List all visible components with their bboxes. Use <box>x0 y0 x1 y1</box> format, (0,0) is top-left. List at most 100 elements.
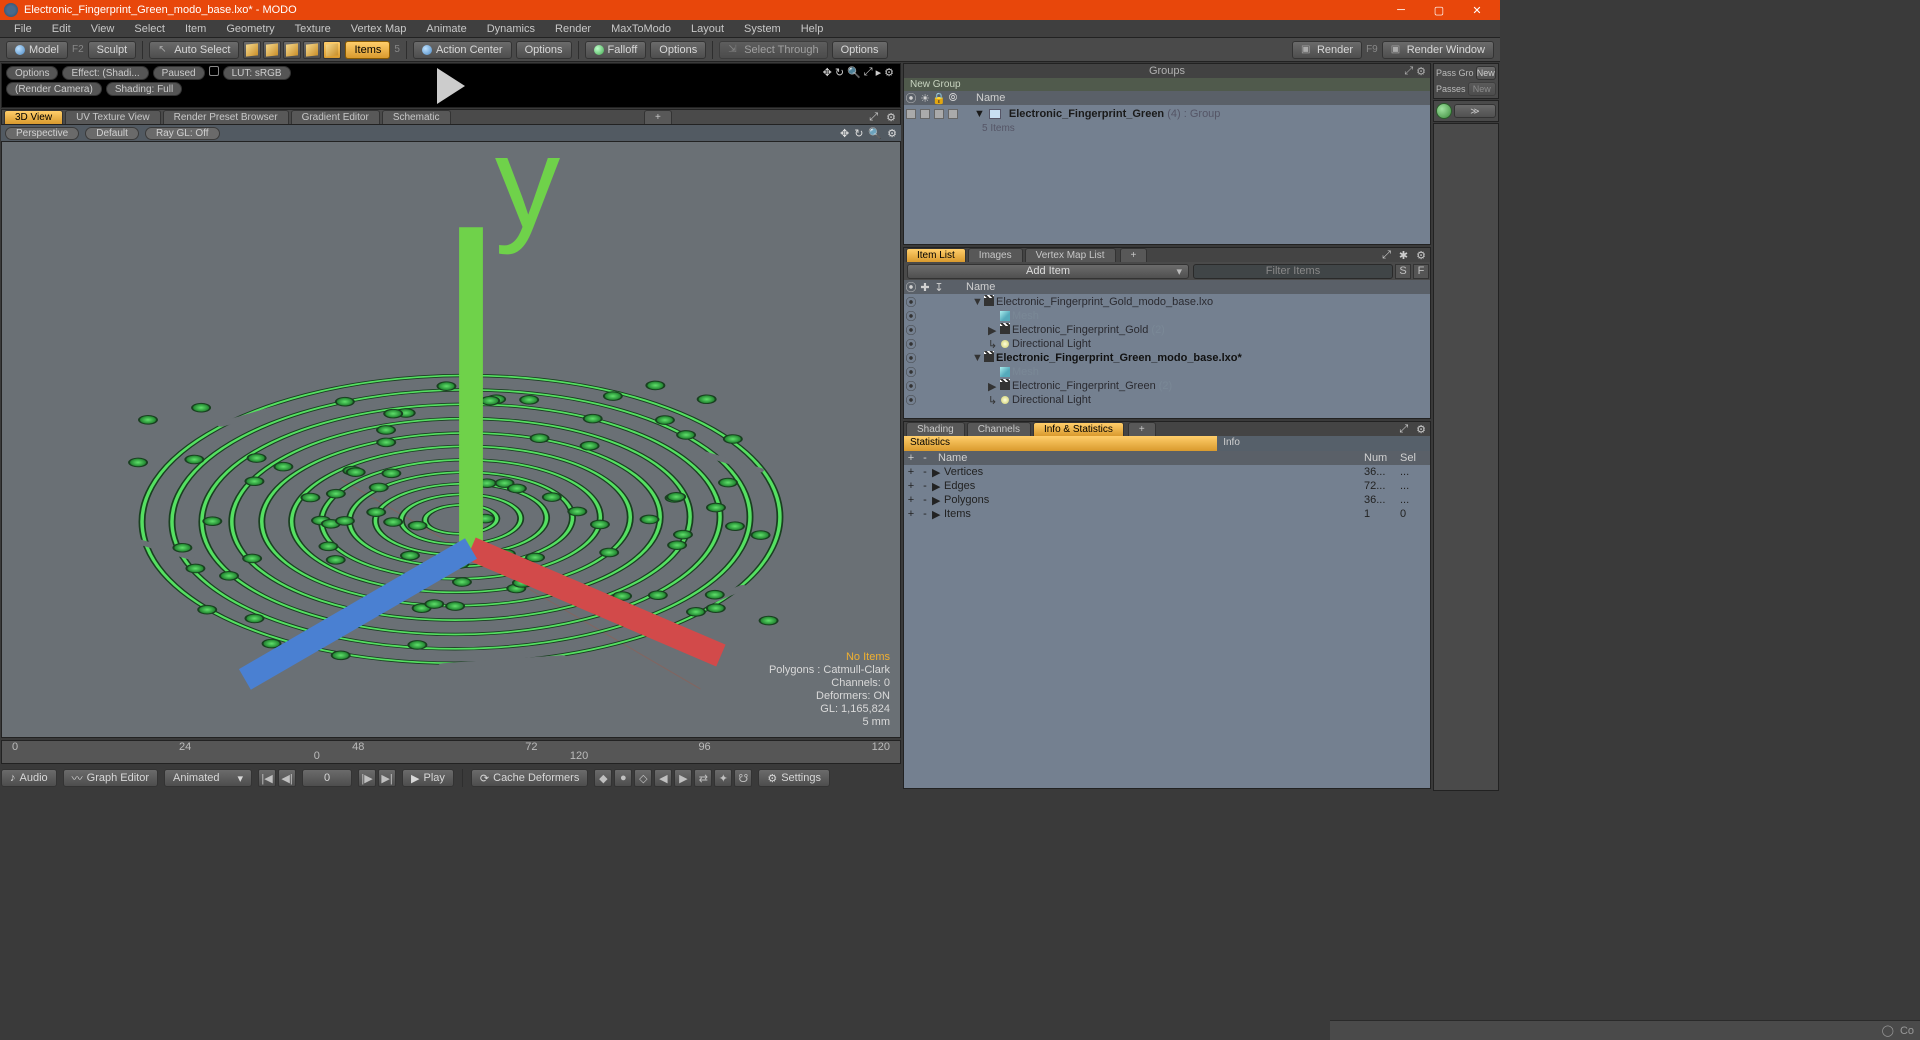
step-fwd-icon[interactable]: |▶ <box>358 769 376 787</box>
menu-system[interactable]: System <box>734 23 791 35</box>
panel-expand-icon[interactable]: ⤢ <box>1395 423 1412 436</box>
vp-rotate-icon[interactable]: ↻ <box>854 127 863 140</box>
gear-icon[interactable]: ⚙ <box>1416 65 1426 78</box>
falloff-options[interactable]: Options <box>650 41 706 59</box>
select-through-options[interactable]: Options <box>832 41 888 59</box>
menu-vertex-map[interactable]: Vertex Map <box>341 23 417 35</box>
polygons-icon[interactable] <box>286 43 298 56</box>
preview-pause[interactable]: Paused <box>153 66 205 80</box>
menu-animate[interactable]: Animate <box>416 23 476 35</box>
close-button[interactable]: ✕ <box>1458 0 1496 20</box>
add-item-dropdown[interactable]: Add Item <box>907 264 1189 279</box>
render-window-button[interactable]: ▣Render Window <box>1382 41 1494 59</box>
expand-icon[interactable]: ⤢ <box>1404 65 1413 78</box>
falloff-button[interactable]: Falloff <box>585 41 647 59</box>
statistics-tab[interactable]: Statistics <box>904 436 1217 451</box>
f-toggle[interactable]: F <box>1413 264 1429 279</box>
menu-texture[interactable]: Texture <box>285 23 341 35</box>
frame-field[interactable]: 0 <box>302 769 352 787</box>
view-raygl[interactable]: Ray GL: Off <box>145 127 220 140</box>
panel-expand-icon[interactable]: ⤢ <box>865 111 882 124</box>
action-center-options[interactable]: Options <box>516 41 572 59</box>
item-row[interactable]: ⦿Mesh <box>904 365 1430 379</box>
expand-icon[interactable]: ⤢ <box>864 66 873 79</box>
chevron-icon[interactable]: ▸ <box>876 66 882 79</box>
tab-images[interactable]: Images <box>968 248 1023 262</box>
zoom-icon[interactable]: 🔍 <box>847 66 861 79</box>
stat-row-edges[interactable]: +-▶Edges72...... <box>904 479 1430 493</box>
new-group-button[interactable]: New Group <box>904 78 1430 91</box>
item-row[interactable]: ⦿↳Directional Light <box>904 337 1430 351</box>
component-mode-icons[interactable] <box>243 41 341 59</box>
tab-info-statistics[interactable]: Info & Statistics <box>1033 422 1124 436</box>
man-icon[interactable]: ☋ <box>734 769 752 787</box>
action-center-button[interactable]: Action Center <box>413 41 512 59</box>
menu-help[interactable]: Help <box>791 23 834 35</box>
graph-editor-button[interactable]: 〰Graph Editor <box>63 769 158 787</box>
settings-button[interactable]: ⚙Settings <box>758 769 830 787</box>
preview-effect[interactable]: Effect: (Shadi... <box>62 66 148 80</box>
tab-add[interactable]: + <box>1128 422 1156 436</box>
item-row[interactable]: ⦿▶Electronic_Fingerprint_Gold (2) <box>904 323 1430 337</box>
render-button[interactable]: ▣Render <box>1292 41 1362 59</box>
key-icon[interactable]: ◆ <box>594 769 612 787</box>
new-passgroup-button[interactable]: New <box>1476 66 1496 80</box>
menu-dynamics[interactable]: Dynamics <box>477 23 545 35</box>
tab-schematic[interactable]: Schematic <box>382 110 451 124</box>
preview-shading[interactable]: Shading: Full <box>106 82 182 96</box>
tab-item-list[interactable]: Item List <box>906 248 966 262</box>
vertices-icon[interactable] <box>246 43 258 56</box>
menu-file[interactable]: File <box>4 23 42 35</box>
s-toggle[interactable]: S <box>1395 264 1411 279</box>
vp-gear-icon[interactable]: ⚙ <box>887 127 897 140</box>
link-icon[interactable]: ⇄ <box>694 769 712 787</box>
go-start-icon[interactable]: |◀ <box>258 769 276 787</box>
tab-render-preset-browser[interactable]: Render Preset Browser <box>163 110 289 124</box>
group-row[interactable]: ▼ Electronic_Fingerprint_Green (4) : Gro… <box>906 107 1428 121</box>
lock-icon[interactable] <box>209 66 219 76</box>
panel-expand-icon[interactable]: ⤢ <box>1378 249 1395 262</box>
menu-render[interactable]: Render <box>545 23 601 35</box>
refresh-icon[interactable]: ↻ <box>835 66 844 79</box>
items-mode-button[interactable]: Items <box>345 41 390 59</box>
stat-row-items[interactable]: +-▶Items10 <box>904 507 1430 521</box>
vp-zoom-icon[interactable]: 🔍 <box>868 127 882 140</box>
panel-gear-icon[interactable]: ⚙ <box>1412 249 1430 262</box>
preview-lut[interactable]: LUT: sRGB <box>223 66 291 80</box>
stat-row-polygons[interactable]: +-▶Polygons36...... <box>904 493 1430 507</box>
model-mode-button[interactable]: Model <box>6 41 68 59</box>
menu-layout[interactable]: Layout <box>681 23 734 35</box>
info-tab[interactable]: Info <box>1217 436 1430 451</box>
prev-key-icon[interactable]: ◀ <box>654 769 672 787</box>
menu-edit[interactable]: Edit <box>42 23 81 35</box>
step-back-icon[interactable]: ◀| <box>278 769 296 787</box>
rec-icon[interactable]: ● <box>614 769 632 787</box>
tab-add[interactable]: + <box>644 110 672 124</box>
view-profile[interactable]: Default <box>85 127 139 140</box>
tab-3d-view[interactable]: 3D View <box>4 110 63 124</box>
preview-camera[interactable]: (Render Camera) <box>6 82 102 96</box>
items-icon[interactable] <box>326 43 338 56</box>
cache-deformers-button[interactable]: ⟳Cache Deformers <box>471 769 588 787</box>
filter-items-input[interactable]: Filter Items <box>1193 264 1393 279</box>
next-key-icon[interactable]: ▶ <box>674 769 692 787</box>
item-row[interactable]: ⦿↳Directional Light <box>904 393 1430 407</box>
gear-icon[interactable]: ⚙ <box>884 66 894 79</box>
stat-row-vertices[interactable]: +-▶Vertices36...... <box>904 465 1430 479</box>
menu-item[interactable]: Item <box>175 23 216 35</box>
viewport-3d[interactable]: No Items Polygons : Catmull-Clark Channe… <box>1 141 901 738</box>
select-through-button[interactable]: ⇲Select Through <box>719 41 827 59</box>
timeline[interactable]: 024487296120 0 120 <box>1 740 901 764</box>
key2-icon[interactable]: ◇ <box>634 769 652 787</box>
item-row[interactable]: ⦿Mesh <box>904 309 1430 323</box>
minimize-button[interactable]: ─ <box>1382 0 1420 20</box>
play-button[interactable]: ▶ Play <box>402 769 454 787</box>
animated-dropdown[interactable]: Animated▾ <box>164 769 252 787</box>
tab-channels[interactable]: Channels <box>967 422 1031 436</box>
tool-icon[interactable]: ✦ <box>714 769 732 787</box>
item-row[interactable]: ⦿▼Electronic_Fingerprint_Green_modo_base… <box>904 351 1430 365</box>
passes-next-button[interactable]: ≫ <box>1454 104 1496 118</box>
auto-select-button[interactable]: ↖Auto Select <box>149 41 239 59</box>
view-mode[interactable]: Perspective <box>5 127 79 140</box>
item-row[interactable]: ⦿▼Electronic_Fingerprint_Gold_modo_base.… <box>904 295 1430 309</box>
